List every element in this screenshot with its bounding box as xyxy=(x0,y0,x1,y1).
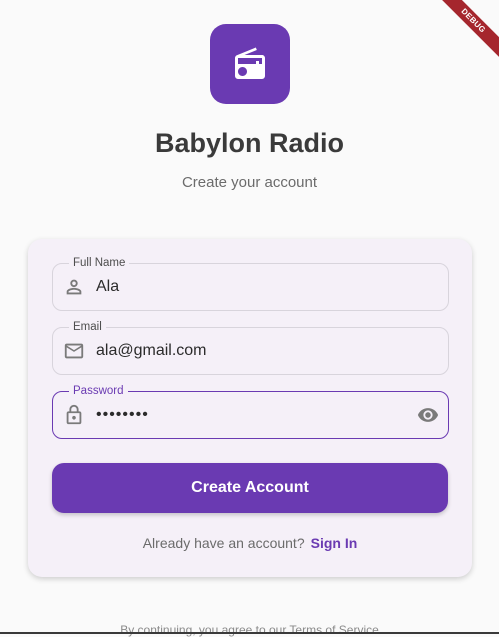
debug-banner-label: DEBUG xyxy=(432,0,499,62)
signin-row: Already have an account? Sign In xyxy=(28,535,472,551)
full-name-label: Full Name xyxy=(69,256,130,270)
email-value: ala@gmail.com xyxy=(96,342,207,359)
app-title: Babylon Radio xyxy=(154,128,344,158)
lock-icon xyxy=(66,404,82,425)
app-subtitle: Create your account xyxy=(181,174,318,191)
signup-card: Full Name Ala Email ala@gmail.com Passwo… xyxy=(28,239,472,577)
password-label: Password xyxy=(69,384,128,398)
person-icon xyxy=(66,279,82,295)
debug-banner: DEBUG xyxy=(429,0,499,70)
email-label: Email xyxy=(69,320,106,334)
full-name-value: Ala xyxy=(96,278,120,295)
app-logo xyxy=(210,24,290,104)
eye-icon[interactable] xyxy=(416,404,440,426)
password-value: •••••••• xyxy=(96,406,149,423)
create-account-button[interactable]: Create Account xyxy=(52,463,448,513)
signin-link[interactable]: Sign In xyxy=(311,535,358,551)
full-name-field[interactable]: Full Name Ala xyxy=(52,256,449,311)
signin-prompt: Already have an account? xyxy=(142,535,305,551)
radio-icon xyxy=(235,47,265,79)
password-field[interactable]: Password •••••••• xyxy=(52,384,449,439)
mail-icon xyxy=(64,343,84,359)
terms-text: By continuing, you agree to our Terms of… xyxy=(120,623,379,637)
email-field[interactable]: Email ala@gmail.com xyxy=(52,320,449,375)
